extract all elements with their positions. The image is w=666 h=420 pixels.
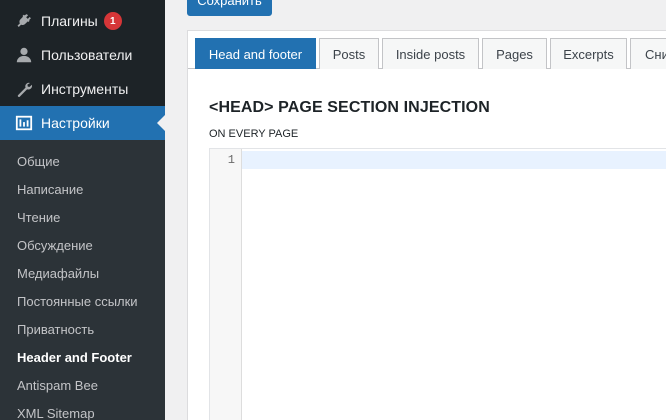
submenu-item-discussion[interactable]: Обсуждение	[17, 238, 93, 253]
user-icon	[14, 45, 34, 65]
tab-bar: Head and footer Posts Inside posts Pages…	[188, 31, 666, 69]
menu-label-plugins: Плагины	[41, 13, 98, 29]
tab-excerpts[interactable]: Excerpts	[550, 38, 627, 69]
settings-panel: Head and footer Posts Inside posts Pages…	[187, 30, 666, 420]
menu-item-tools[interactable]: Инструменты	[0, 72, 165, 106]
tab-pages[interactable]: Pages	[482, 38, 547, 69]
tab-posts[interactable]: Posts	[319, 38, 379, 69]
submenu-item-general[interactable]: Общие	[17, 154, 60, 169]
settings-icon	[14, 113, 34, 133]
menu-label-settings: Настройки	[41, 115, 110, 131]
submenu-item-permalinks[interactable]: Постоянные ссылки	[17, 294, 138, 309]
menu-item-users[interactable]: Пользователи	[0, 38, 165, 72]
editor-active-line[interactable]	[242, 151, 666, 169]
save-button[interactable]: Сохранить	[187, 0, 272, 16]
submenu-item-reading[interactable]: Чтение	[17, 210, 60, 225]
submenu-item-header-footer[interactable]: Header and Footer	[17, 350, 132, 365]
app-window: Плагины 1 Пользователи Инструменты Настр…	[0, 0, 666, 420]
settings-submenu: Общие Написание Чтение Обсуждение Медиаф…	[0, 140, 165, 420]
menu-label-users: Пользователи	[41, 47, 133, 63]
tab-head-and-footer[interactable]: Head and footer	[195, 38, 316, 69]
line-number: 1	[227, 153, 235, 167]
submenu-item-media[interactable]: Медиафайлы	[17, 266, 99, 281]
tab-snippets[interactable]: Сни	[630, 38, 666, 69]
submenu-item-privacy[interactable]: Приватность	[17, 322, 94, 337]
menu-item-plugins[interactable]: Плагины 1	[0, 4, 165, 38]
plugin-icon	[14, 11, 34, 31]
admin-sidebar: Плагины 1 Пользователи Инструменты Настр…	[0, 0, 165, 420]
code-editor[interactable]: 1	[209, 148, 666, 420]
submenu-item-writing[interactable]: Написание	[17, 182, 83, 197]
editor-gutter: 1	[210, 149, 242, 420]
menu-item-settings[interactable]: Настройки	[0, 106, 165, 140]
submenu-item-antispam-bee[interactable]: Antispam Bee	[17, 378, 98, 393]
update-count-badge: 1	[103, 12, 122, 30]
section-label: ON EVERY PAGE	[209, 128, 299, 140]
wrench-icon	[14, 79, 34, 99]
menu-label-tools: Инструменты	[41, 81, 129, 97]
submenu-item-xml-sitemap[interactable]: XML Sitemap	[17, 406, 95, 420]
section-title: <HEAD> PAGE SECTION INJECTION	[209, 99, 490, 116]
tab-inside-posts[interactable]: Inside posts	[382, 38, 479, 69]
